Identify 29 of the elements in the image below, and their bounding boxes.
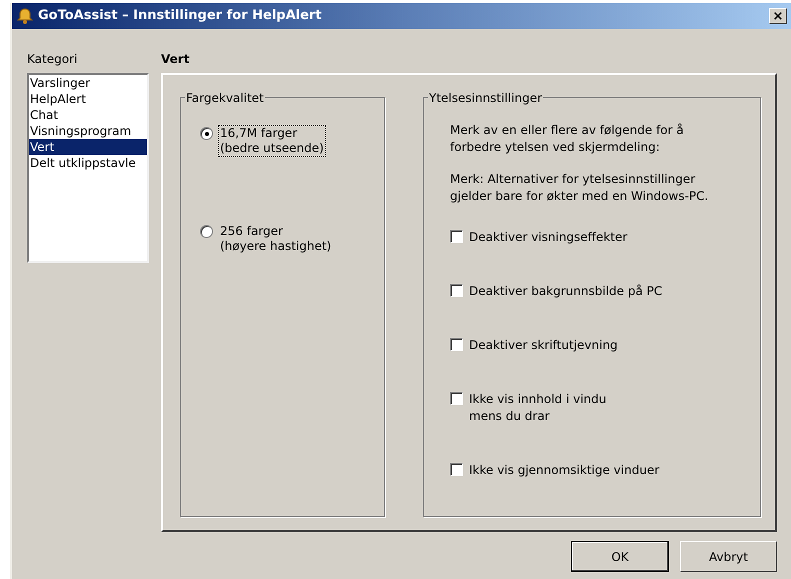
checkbox[interactable]	[450, 392, 463, 405]
checkbox[interactable]	[450, 230, 463, 243]
window-title: GoToAssist – Innstillinger for HelpAlert	[38, 7, 322, 26]
category-item[interactable]: Chat	[29, 107, 147, 123]
category-label: Kategori	[27, 51, 78, 66]
checkbox[interactable]	[450, 463, 463, 476]
radio-label: 256 farger (høyere hastighet)	[219, 224, 332, 254]
instruction-text: Merk av en eller flere av følgende for å forbedre ytelsen ved skjermdeling:	[450, 122, 685, 156]
radio-button[interactable]	[200, 127, 213, 140]
radio-label: 16,7M farger (bedre utseende)	[219, 126, 325, 156]
note-text: Merk: Alternativer for ytelsesinnstillinger gjelder bare for økter med en Windows-PC.	[450, 171, 710, 205]
category-item[interactable]: Varslinger	[29, 75, 147, 91]
checkbox-label: Deaktiver visningseffekter	[469, 229, 628, 246]
close-button[interactable]: ×	[769, 8, 787, 24]
category-item[interactable]: Vert	[29, 139, 147, 155]
ok-button[interactable]: OK	[571, 541, 669, 572]
checkbox-label: Ikke vis innhold i vindu mens du drar	[469, 391, 606, 425]
checkbox[interactable]	[450, 338, 463, 351]
category-item[interactable]: Visningsprogram	[29, 123, 147, 139]
page-title: Vert	[161, 51, 190, 66]
radio-button[interactable]	[200, 225, 213, 238]
category-item[interactable]: Delt utklippstavle	[29, 155, 147, 171]
category-item[interactable]: HelpAlert	[29, 91, 147, 107]
checkbox-label: Deaktiver bakgrunnsbilde på PC	[469, 283, 662, 300]
checkbox-label: Deaktiver skriftutjevning	[469, 337, 618, 354]
checkbox-label: Ikke vis gjennomsiktige vinduer	[469, 462, 660, 479]
bell-icon	[16, 7, 34, 25]
checkbox[interactable]	[450, 284, 463, 297]
cancel-button[interactable]: Avbryt	[680, 541, 777, 572]
